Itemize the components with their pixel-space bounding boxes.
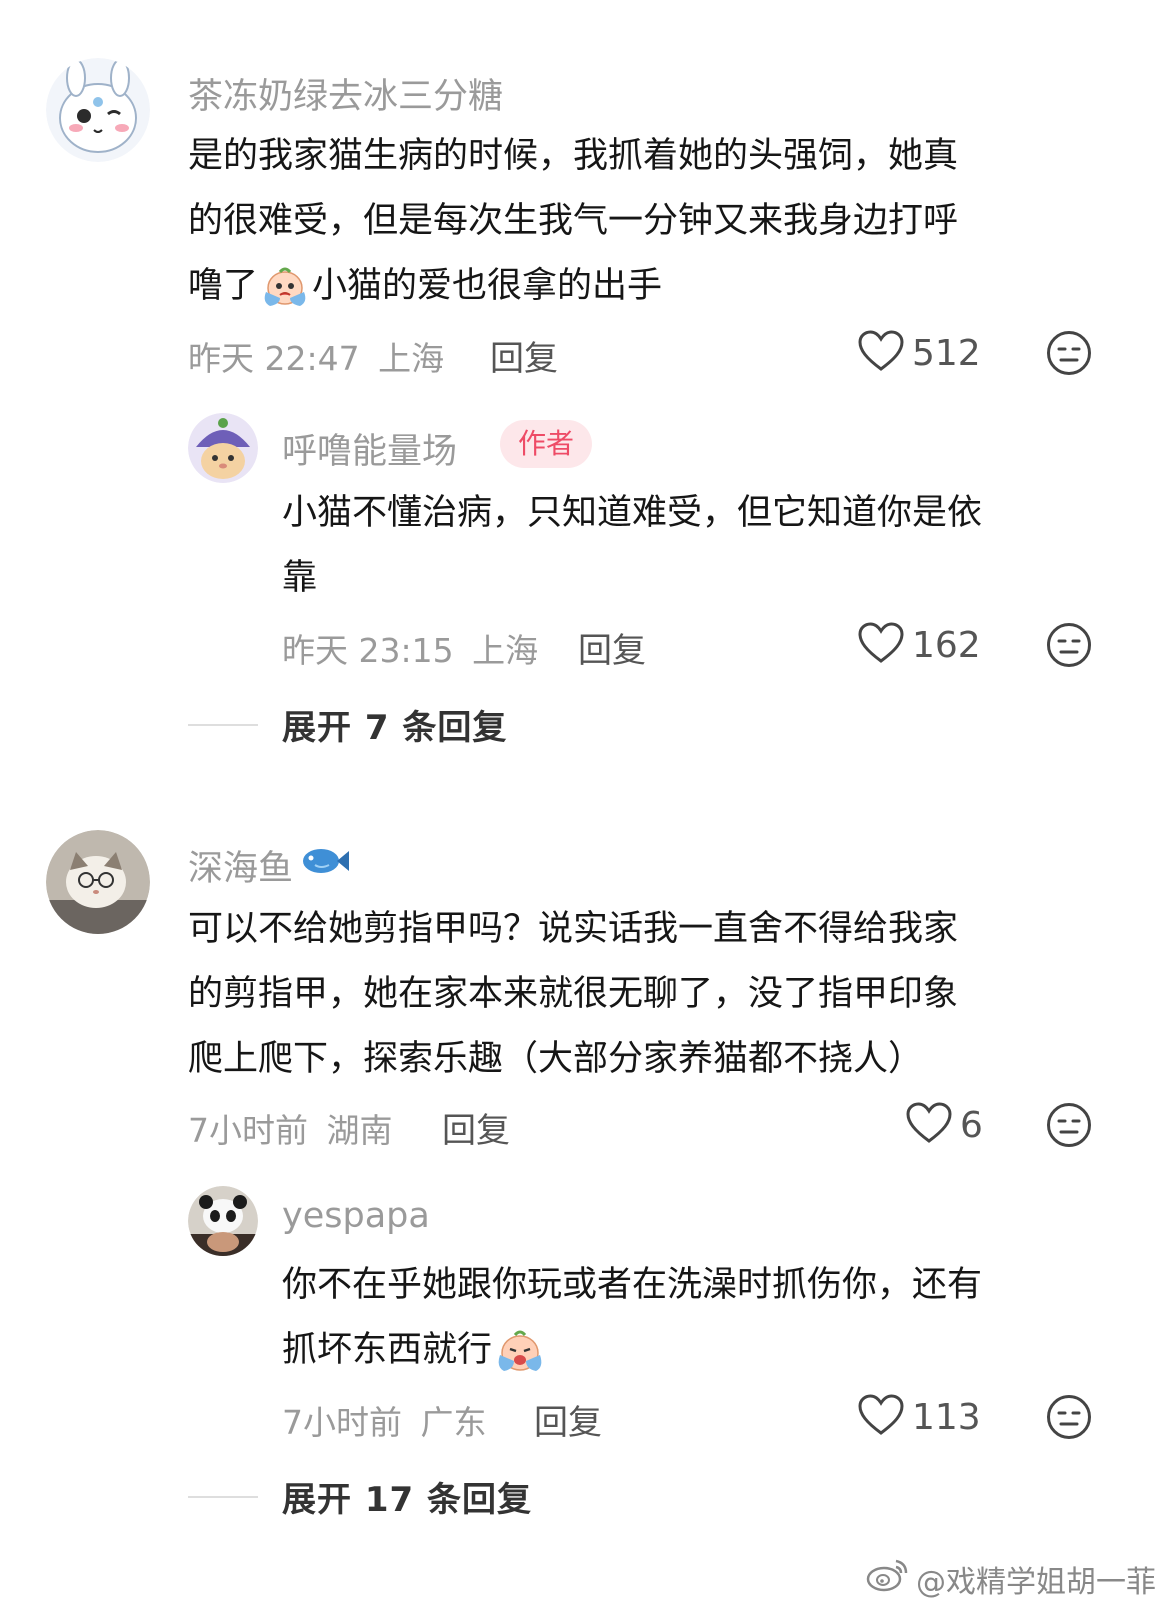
comment-text: 是的我家猫生病的时候，我抓着她的头强饲，她真 的很难受，但是每次生我气一分钟又来… (188, 124, 958, 319)
comment-time: 昨天 22:47 (188, 339, 360, 378)
expand-replies-button[interactable]: 展开 17 条回复 (188, 1472, 532, 1521)
reply-location: 广东 (420, 1403, 487, 1442)
reply-text: 小猫不懂治病，只知道难受，但它知道你是依 靠 (282, 493, 983, 598)
dislike-icon[interactable] (1046, 330, 1092, 380)
comment-username[interactable]: 深海鱼 (188, 840, 351, 891)
reply-username[interactable]: 呼噜能量场 (282, 423, 457, 474)
author-badge: 作者 (500, 420, 593, 468)
comment-time: 7小时前 (188, 1111, 308, 1150)
reply-meta: 7小时前 广东 (282, 1396, 487, 1444)
like-button[interactable]: 113 (858, 1392, 981, 1442)
like-button[interactable]: 162 (858, 620, 981, 670)
comment-meta: 7小时前 湖南 (188, 1104, 393, 1152)
reply-text: 你不在乎她跟你玩或者在洗澡时抓伤你，还有 抓坏东西就行 (282, 1253, 982, 1383)
comment-username[interactable]: 茶冻奶绿去冰三分糖 (188, 68, 503, 119)
heart-icon (858, 1394, 904, 1440)
like-button[interactable]: 6 (906, 1100, 983, 1150)
crying-emoji-icon (260, 264, 310, 310)
like-count: 113 (912, 1396, 981, 1438)
avatar[interactable] (188, 1186, 258, 1256)
like-count: 512 (912, 332, 981, 374)
reply-time: 7小时前 (282, 1403, 402, 1442)
reply-button[interactable]: 回复 (442, 1103, 510, 1152)
like-count: 162 (912, 624, 981, 666)
expand-replies-button[interactable]: 展开 7 条回复 (188, 700, 507, 749)
expand-replies-label: 展开 17 条回复 (282, 1480, 532, 1520)
reply-button[interactable]: 回复 (578, 623, 646, 672)
reply-location: 上海 (472, 631, 539, 670)
comment-meta: 昨天 22:47 上海 (188, 332, 444, 380)
comment-location: 湖南 (326, 1111, 393, 1150)
watermark-text: @戏精学姐胡一菲 (916, 1565, 1156, 1600)
avatar[interactable] (46, 830, 150, 934)
avatar[interactable] (188, 413, 258, 483)
like-button[interactable]: 512 (858, 328, 981, 378)
reply-button[interactable]: 回复 (534, 1395, 602, 1444)
fish-icon (301, 843, 351, 888)
reply-meta: 昨天 23:15 上海 (282, 624, 538, 672)
comment-location: 上海 (378, 339, 445, 378)
reply-username[interactable]: yespapa (282, 1196, 430, 1236)
heart-icon (858, 622, 904, 668)
comment-text: 可以不给她剪指甲吗？说实话我一直舍不得给我家 的剪指甲，她在家本来就很无聊了，没… (188, 909, 959, 1079)
avatar[interactable] (46, 58, 150, 162)
expand-divider (188, 723, 258, 726)
watermark: @戏精学姐胡一菲 (866, 1557, 1156, 1601)
dislike-icon[interactable] (1046, 1102, 1092, 1152)
heart-icon (906, 1102, 952, 1148)
like-count: 6 (960, 1104, 983, 1146)
reply-button[interactable]: 回复 (490, 331, 558, 380)
crying-emoji-icon (494, 1327, 546, 1375)
reply-time: 昨天 23:15 (282, 631, 454, 670)
dislike-icon[interactable] (1046, 622, 1092, 672)
weibo-logo-icon (866, 1557, 910, 1601)
expand-divider (188, 1495, 258, 1498)
heart-icon (858, 330, 904, 376)
dislike-icon[interactable] (1046, 1394, 1092, 1444)
expand-replies-label: 展开 7 条回复 (282, 708, 508, 748)
